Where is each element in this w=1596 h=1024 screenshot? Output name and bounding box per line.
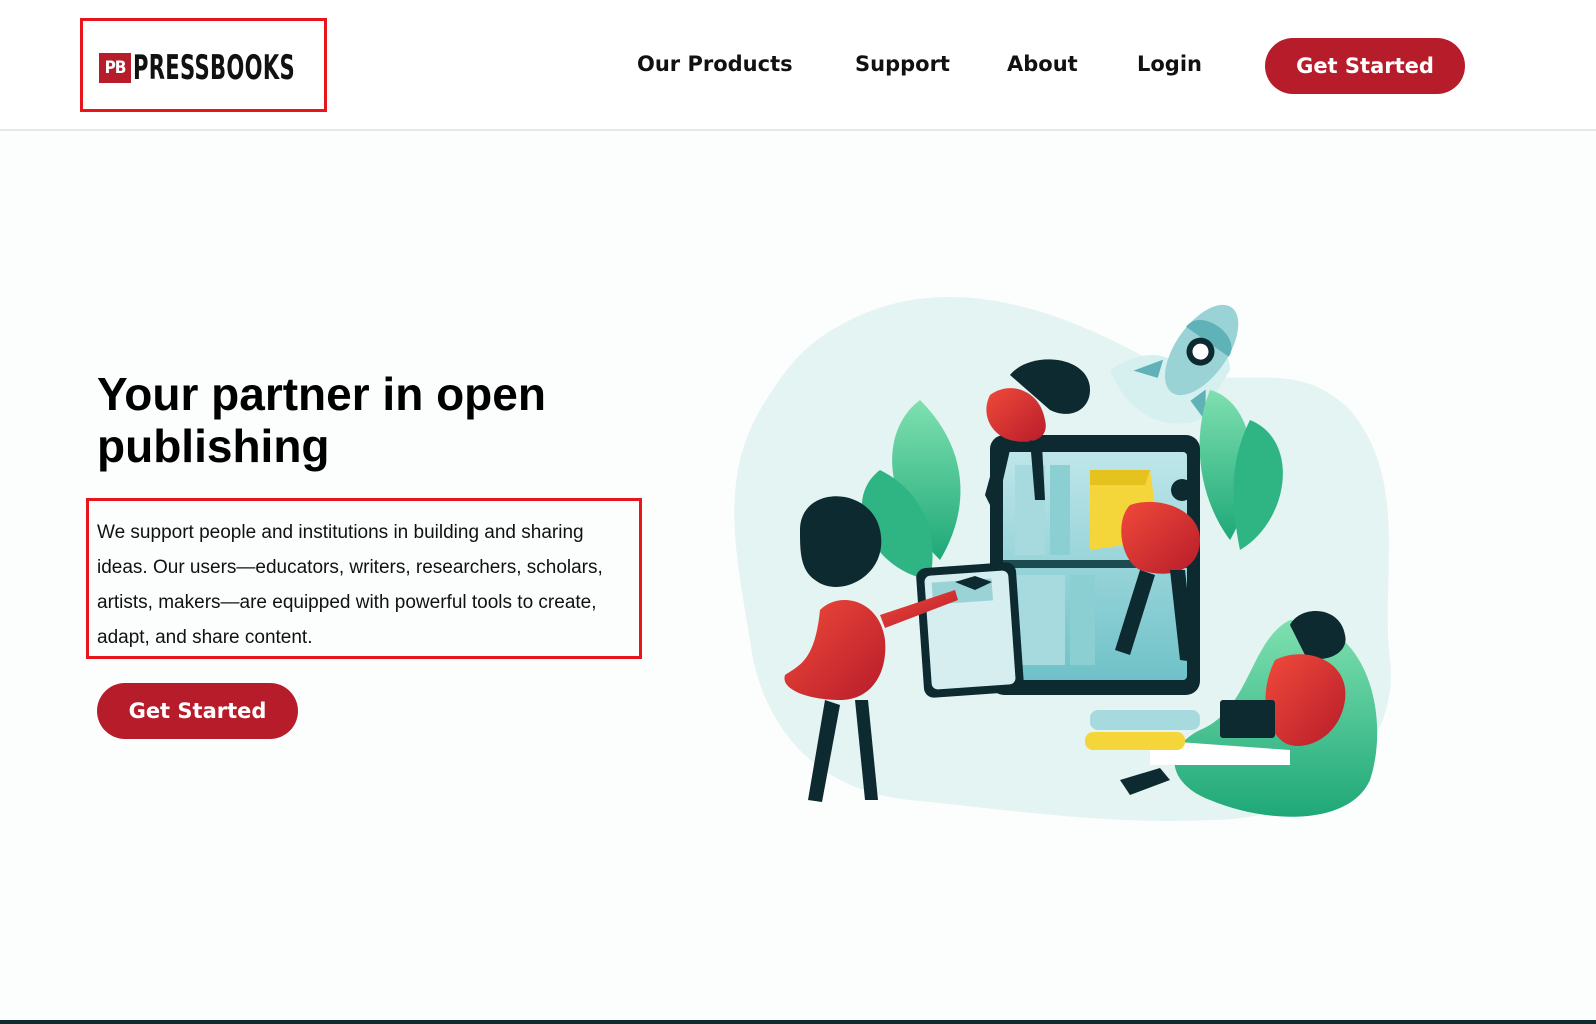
- laptop-icon: [1220, 700, 1275, 738]
- pressbooks-logo[interactable]: PB PRESSBOOKS: [99, 48, 394, 88]
- nav-our-products[interactable]: Our Products: [637, 52, 793, 76]
- header-get-started-button[interactable]: Get Started: [1265, 38, 1465, 94]
- logo-highlight-box: PB PRESSBOOKS: [80, 18, 327, 112]
- hero-title: Your partner in open publishing: [97, 368, 546, 472]
- nav-support[interactable]: Support: [855, 52, 950, 76]
- hero-description: We support people and institutions in bu…: [97, 522, 603, 648]
- books-stack: [1090, 710, 1200, 730]
- hero-illustration: [734, 297, 1391, 821]
- site-header: PB PRESSBOOKS Our Products Support About…: [0, 0, 1596, 131]
- logo-mark: PB: [99, 53, 131, 83]
- footer-edge: [0, 1020, 1596, 1024]
- nav-about[interactable]: About: [1007, 52, 1078, 76]
- logo-wordmark: PRESSBOOKS: [133, 48, 296, 88]
- nav-login[interactable]: Login: [1137, 52, 1202, 76]
- hero-get-started-button[interactable]: Get Started: [97, 683, 298, 739]
